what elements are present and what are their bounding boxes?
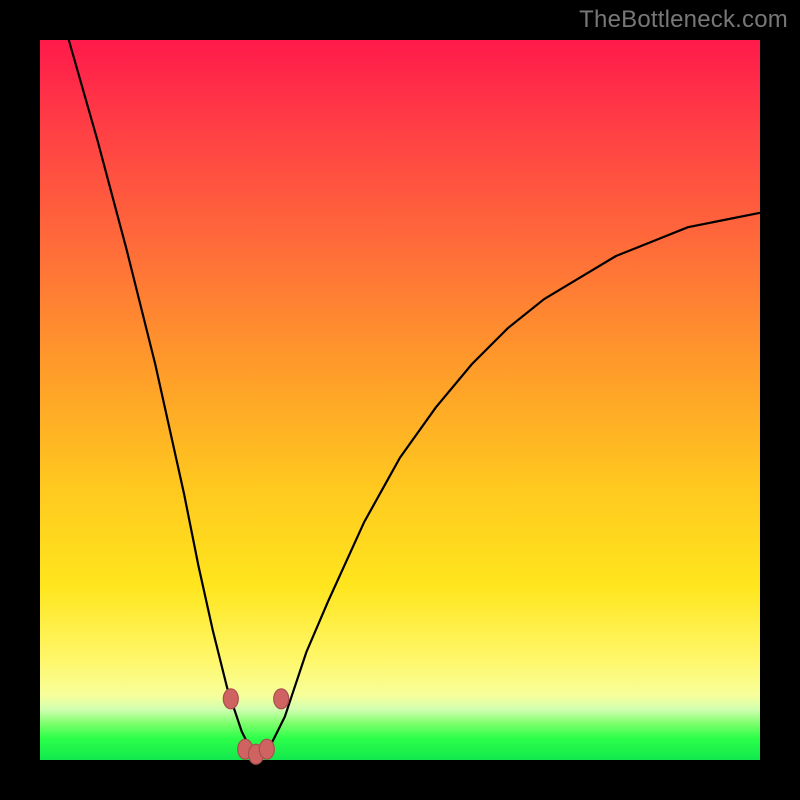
- valley-marker: [259, 739, 274, 759]
- watermark-text: TheBottleneck.com: [579, 6, 788, 34]
- plot-area: [40, 40, 760, 760]
- bottleneck-curve-path: [69, 40, 760, 753]
- chart-container: TheBottleneck.com: [0, 0, 800, 800]
- valley-marker: [223, 689, 238, 709]
- bottleneck-curve-svg: [40, 40, 760, 760]
- valley-marker: [274, 689, 289, 709]
